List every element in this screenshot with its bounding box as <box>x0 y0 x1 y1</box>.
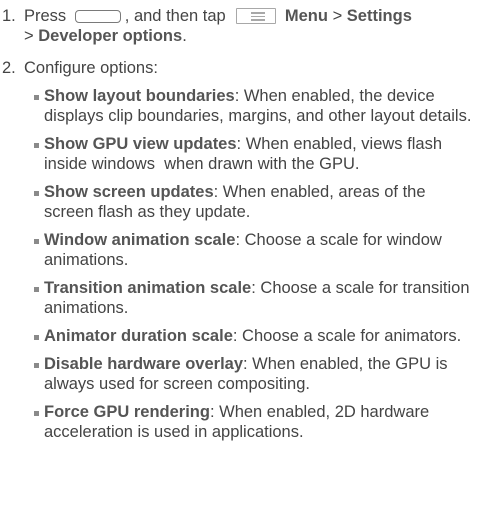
option-term: Animator duration scale <box>44 327 233 345</box>
bullet-icon <box>34 287 39 292</box>
step-1: 1. Press , and then tap Menu > Settings … <box>0 6 484 46</box>
bullet-icon <box>34 95 39 100</box>
list-item: Show layout boundaries: When enabled, th… <box>0 86 484 126</box>
option-term: Disable hardware overlay <box>44 355 244 373</box>
option-term: Window animation scale <box>44 231 236 249</box>
bullet-icon <box>34 335 39 340</box>
option-term: Show GPU view updates <box>44 135 237 153</box>
instructions-document: 1. Press , and then tap Menu > Settings … <box>0 6 484 450</box>
then-text: , and then tap <box>124 7 226 25</box>
developer-options-label: Developer options <box>38 27 183 45</box>
option-term: Show screen updates <box>44 183 214 201</box>
bullet-icon <box>34 411 39 416</box>
step-number: 2. <box>2 59 16 77</box>
step-2: 2. Configure options: <box>0 58 484 78</box>
list-item: Transition animation scale: Choose a sca… <box>0 278 484 318</box>
list-item: Disable hardware overlay: When enabled, … <box>0 354 484 394</box>
options-list: Show layout boundaries: When enabled, th… <box>0 86 484 442</box>
bullet-icon <box>34 363 39 368</box>
option-term: Show layout boundaries <box>44 87 235 105</box>
settings-label: Settings <box>346 7 412 25</box>
bullet-icon <box>34 239 39 244</box>
path-separator: > <box>24 27 39 45</box>
menu-key-icon <box>236 8 277 24</box>
list-item: Show screen updates: When enabled, areas… <box>0 182 484 222</box>
press-text: Press <box>24 7 67 25</box>
path-separator: > <box>327 7 347 25</box>
step-number: 1. <box>2 7 16 25</box>
option-term: Force GPU rendering <box>44 403 210 421</box>
list-item: Window animation scale: Choose a scale f… <box>0 230 484 270</box>
step-text: Configure options: <box>24 59 158 77</box>
list-item: Animator duration scale: Choose a scale … <box>0 326 484 346</box>
end-punctuation: . <box>182 27 187 45</box>
option-description: : Choose a scale for animators. <box>232 327 462 345</box>
bullet-icon <box>34 143 39 148</box>
option-term: Transition animation scale <box>44 279 252 297</box>
list-item: Show GPU view updates: When enabled, vie… <box>0 134 484 174</box>
home-key-icon <box>74 10 121 23</box>
bullet-icon <box>34 191 39 196</box>
list-item: Force GPU rendering: When enabled, 2D ha… <box>0 402 484 442</box>
menu-label: Menu <box>284 7 328 25</box>
